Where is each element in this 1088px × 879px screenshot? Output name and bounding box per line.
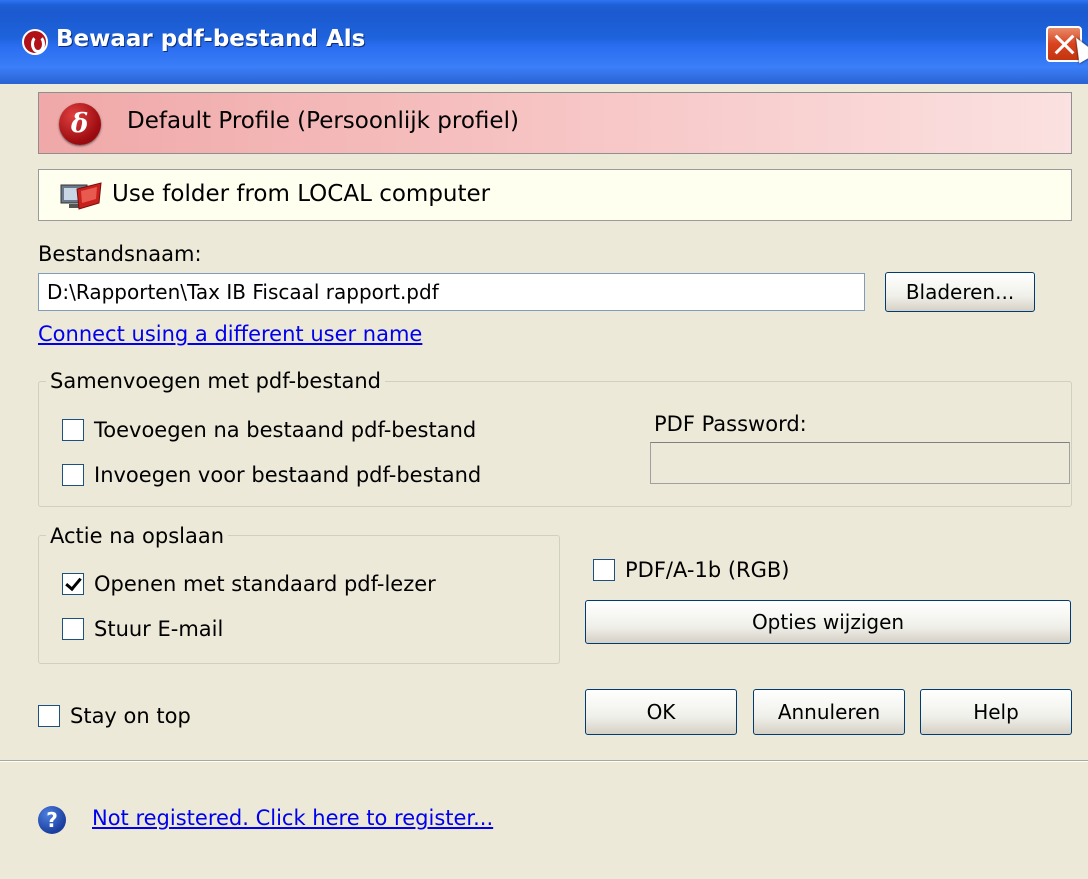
append-label: Toevoegen na bestaand pdf-bestand (94, 418, 477, 442)
send-email-checkbox-row[interactable]: Stuur E-mail (62, 617, 223, 641)
profile-selector[interactable]: δ Default Profile (Persoonlijk profiel) (38, 92, 1072, 154)
folder-location-selector[interactable]: Use folder from LOCAL computer (38, 169, 1072, 221)
pdfa-checkbox[interactable] (593, 559, 615, 581)
help-button[interactable]: Help (920, 689, 1072, 735)
insert-checkbox[interactable] (62, 464, 84, 486)
app-logo-icon (22, 29, 48, 55)
merge-group-title: Samenvoegen met pdf-bestand (46, 369, 386, 393)
stay-on-top-checkbox[interactable] (38, 705, 60, 727)
window-title: Bewaar pdf-bestand Als (56, 26, 366, 52)
open-reader-label: Openen met standaard pdf-lezer (94, 572, 436, 596)
connect-different-user-link[interactable]: Connect using a different user name (38, 322, 422, 346)
insert-label: Invoegen voor bestaand pdf-bestand (94, 463, 482, 487)
append-checkbox[interactable] (62, 419, 84, 441)
open-reader-checkbox[interactable] (62, 573, 84, 595)
footer-separator (0, 760, 1088, 762)
filename-input[interactable]: D:\Rapporten\Tax IB Fiscaal rapport.pdf (38, 273, 865, 311)
pdf-password-input[interactable] (650, 442, 1070, 484)
pdf-password-label: PDF Password: (654, 412, 807, 436)
profile-name: Default Profile (Persoonlijk profiel) (127, 108, 519, 134)
send-email-label: Stuur E-mail (94, 617, 224, 641)
send-email-checkbox[interactable] (62, 618, 84, 640)
computer-folder-icon (60, 182, 102, 210)
browse-button[interactable]: Bladeren... (885, 272, 1035, 312)
folder-location-text: Use folder from LOCAL computer (112, 181, 491, 207)
append-checkbox-row[interactable]: Toevoegen na bestaand pdf-bestand (62, 418, 476, 442)
help-question-icon: ? (38, 806, 66, 834)
ok-button[interactable]: OK (585, 689, 737, 735)
insert-checkbox-row[interactable]: Invoegen voor bestaand pdf-bestand (62, 463, 481, 487)
open-reader-checkbox-row[interactable]: Openen met standaard pdf-lezer (62, 572, 436, 596)
title-bar[interactable]: Bewaar pdf-bestand Als (0, 0, 1088, 84)
stay-on-top-label: Stay on top (70, 704, 191, 728)
pdfa-label: PDF/A-1b (RGB) (625, 558, 790, 582)
cancel-button[interactable]: Annuleren (753, 689, 905, 735)
pdfa-checkbox-row[interactable]: PDF/A-1b (RGB) (593, 558, 790, 582)
profile-logo-icon: δ (59, 103, 101, 145)
after-save-groupbox (38, 535, 560, 664)
stay-on-top-checkbox-row[interactable]: Stay on top (38, 704, 191, 728)
register-link[interactable]: Not registered. Click here to register..… (92, 806, 493, 830)
change-options-button[interactable]: Opties wijzigen (585, 600, 1071, 644)
after-save-group-title: Actie na opslaan (46, 524, 229, 548)
filename-label: Bestandsnaam: (38, 242, 202, 266)
